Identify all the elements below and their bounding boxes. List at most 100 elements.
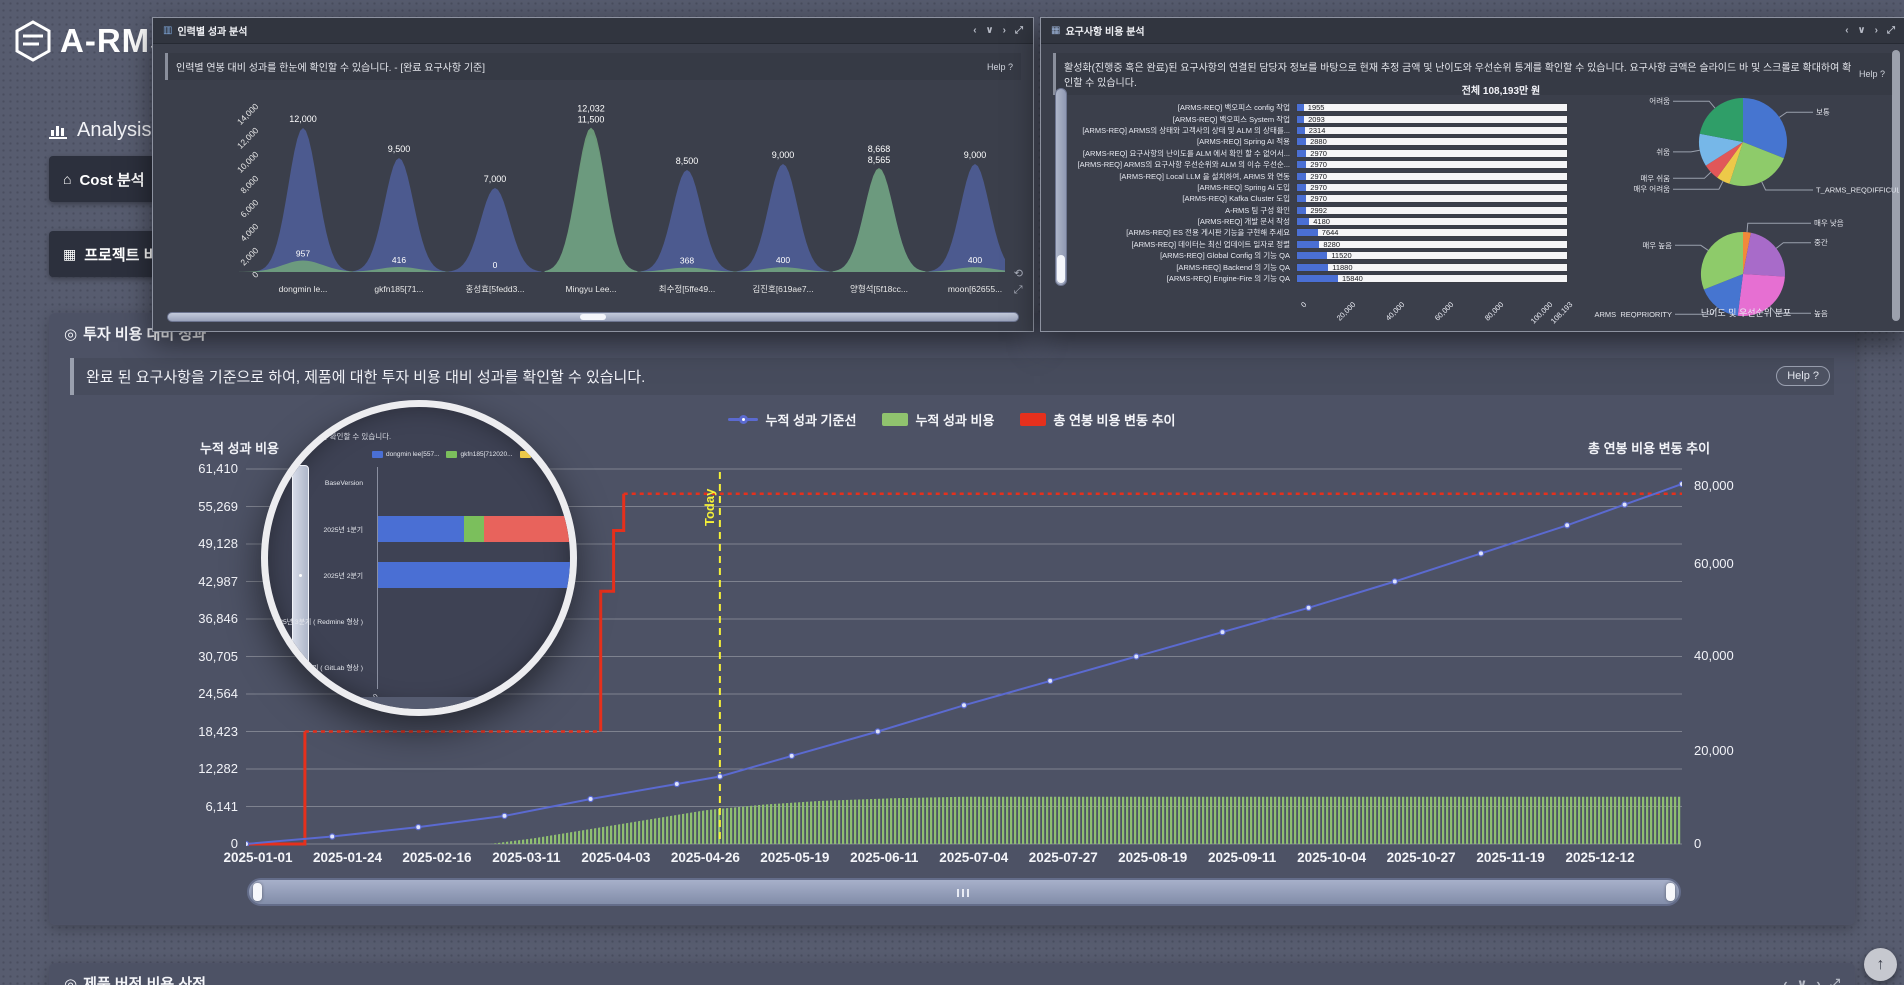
- svg-text:중간: 중간: [1814, 237, 1828, 247]
- home-icon: ⌂: [63, 171, 71, 187]
- requirement-bar: [1297, 241, 1319, 248]
- panel-expand-button[interactable]: ⤢: [1887, 25, 1895, 36]
- requirement-row: [ARMS-REQ] 데이터는 최신 업데이트 일자로 정렬8280: [1071, 239, 1583, 250]
- left-axis-ticks: 06,14112,28218,42324,56430,70536,84642,9…: [146, 464, 238, 846]
- requirement-bar: [1297, 184, 1306, 191]
- panel-collapse-button[interactable]: ∨: [1797, 976, 1808, 985]
- requirement-bar: [1297, 150, 1306, 157]
- svg-text:9,000: 9,000: [964, 150, 987, 160]
- sidebar-item-label: Cost 분석: [79, 169, 144, 190]
- panel-next-button[interactable]: ›: [1875, 25, 1878, 36]
- left-axis-title: 누적 성과 비용: [200, 438, 279, 457]
- loupe-legend: dongmin lee[557...gkfn185[712020...홍성효[5…: [372, 449, 575, 459]
- requirement-bar: [1297, 127, 1305, 134]
- personnel-bell-chart: 02,0004,0006,0008,00010,00012,00014,0001…: [215, 76, 1005, 308]
- requirement-row: [ARMS-REQ] Engine-Fire 의 기능 QA15840: [1071, 273, 1583, 284]
- svg-text:gkfn185[71...: gkfn185[71...: [374, 284, 423, 294]
- help-button[interactable]: Help ?: [1776, 366, 1830, 386]
- requirement-row: [ARMS-REQ] 백오피스 System 작업2093: [1071, 113, 1583, 124]
- arms-logo-icon: [14, 20, 52, 62]
- table-icon: ▦: [1051, 25, 1060, 36]
- panel-description: 완료 된 요구사항을 기준으로 하여, 제품에 대한 투자 비용 대비 성과를 …: [70, 358, 1834, 395]
- svg-text:홍성효[5fedd3...: 홍성효[5fedd3...: [466, 284, 525, 294]
- app-logo: A-RMS: [14, 20, 173, 62]
- magnifier-overlay: 버전 별 비용을 확인할 수 있습니다. dongmin lee[557...g…: [261, 400, 577, 716]
- requirements-scrollbar[interactable]: [1892, 50, 1900, 321]
- svg-text:보통: 보통: [1816, 108, 1830, 117]
- svg-text:쉬움: 쉬움: [1656, 147, 1670, 156]
- requirement-bar: [1297, 229, 1318, 236]
- svg-text:Mingyu Lee...: Mingyu Lee...: [565, 284, 616, 294]
- legend-item[interactable]: 누적 성과 기준선: [728, 410, 856, 429]
- scroll-to-top-button[interactable]: ↑: [1864, 948, 1897, 981]
- svg-text:12,032: 12,032: [577, 104, 605, 114]
- requirement-row: [ARMS-REQ] Spring Ai 도입2970: [1071, 182, 1583, 193]
- requirement-bar: [1297, 207, 1306, 214]
- requirement-bar: [1297, 161, 1306, 168]
- svg-text:매우 높음: 매우 높음: [1642, 241, 1672, 250]
- loupe-note: 버전 별 비용을 확인할 수 있습니다.: [282, 431, 391, 442]
- requirement-row: [ARMS-REQ] Spring AI 적용2880: [1071, 136, 1583, 147]
- requirement-bar: [1297, 275, 1338, 282]
- legend-item[interactable]: 총 연봉 비용 변동 추이: [1020, 410, 1175, 429]
- panel-collapse-button[interactable]: ∨: [986, 25, 994, 36]
- svg-text:moon[62655...: moon[62655...: [948, 284, 1002, 294]
- svg-text:400: 400: [776, 255, 790, 265]
- svg-text:12,000: 12,000: [289, 114, 317, 124]
- svg-text:12,000: 12,000: [235, 125, 261, 151]
- requirement-row: [ARMS-REQ] Backend 의 기능 QA11880: [1071, 261, 1583, 272]
- legend-item[interactable]: 누적 성과 비용: [882, 410, 994, 429]
- personnel-scrollbar[interactable]: [167, 312, 1019, 322]
- requirement-bar: [1297, 104, 1304, 111]
- panel-next-button[interactable]: ›: [1003, 25, 1006, 36]
- svg-text:4,000: 4,000: [238, 221, 260, 243]
- svg-text:T_ARMS_REQDIFFICULTY: T_ARMS_REQDIFFICULTY: [1816, 185, 1899, 194]
- svg-text:Today: Today: [702, 488, 717, 526]
- requirement-bar: [1297, 252, 1327, 259]
- svg-text:8,565: 8,565: [868, 155, 891, 165]
- svg-text:9,500: 9,500: [388, 144, 411, 154]
- slider-handle-left[interactable]: [253, 883, 262, 901]
- requirements-zoom-slider[interactable]: [1055, 88, 1067, 286]
- panel-version-cost: ◎ 제품 버전 비용 산정 ‹ ∨ › ⤢: [49, 963, 1855, 985]
- distribution-pie-charts: 보통T_ARMS_REQDIFFICULTY매우 어려움매우 쉬움쉬움어려움매우…: [1593, 56, 1899, 318]
- date-range-slider[interactable]: [247, 878, 1681, 906]
- requirement-row: [ARMS-REQ] ARMS의 상태와 고객사의 상태 및 ALM 의 상태를…: [1071, 125, 1583, 136]
- svg-text:김진호[619ae7...: 김진호[619ae7...: [752, 284, 813, 294]
- panel-prev-button[interactable]: ‹: [973, 25, 976, 36]
- svg-text:매우 어려움: 매우 어려움: [1633, 184, 1670, 194]
- requirement-bar: [1297, 264, 1328, 271]
- panel-collapse-button[interactable]: ∨: [1858, 25, 1866, 36]
- right-axis-ticks: 020,00040,00060,00080,000: [1694, 464, 1774, 846]
- panel-prev-button[interactable]: ‹: [1845, 25, 1848, 36]
- reset-zoom-icon[interactable]: ⟲: [1014, 267, 1023, 280]
- expand-chart-icon[interactable]: ⤢: [1014, 284, 1023, 297]
- right-axis-title: 총 연봉 비용 변동 추이: [1588, 438, 1710, 457]
- svg-text:368: 368: [680, 256, 694, 266]
- svg-text:dongmin le...: dongmin le...: [279, 284, 328, 294]
- requirement-bar: [1297, 116, 1304, 123]
- requirement-x-ticks: 020,00040,00060,00080,000100,000108,193: [1071, 286, 1583, 312]
- panel-next-button[interactable]: ›: [1816, 976, 1820, 985]
- requirement-bar: [1297, 195, 1306, 202]
- panel-requirement-cost: ▦ 요구사항 비용 분석 ‹ ∨ › ⤢ 활성화(진행중 혹은 완료)된 요구사…: [1040, 17, 1904, 332]
- help-button[interactable]: Help ?: [987, 62, 1013, 72]
- svg-text:양형석[5f18cc...: 양형석[5f18cc...: [850, 284, 908, 294]
- svg-text:11,500: 11,500: [578, 115, 605, 125]
- loupe-version-row: 2025년 4분기 ( GitLab 형상 ): [268, 653, 378, 681]
- requirement-row: [ARMS-REQ] 개발 문서 작성4180: [1071, 216, 1583, 227]
- panel-prev-button[interactable]: ‹: [1783, 976, 1787, 985]
- slider-handle-right[interactable]: [1666, 883, 1675, 901]
- arrow-up-icon: ↑: [1877, 956, 1885, 974]
- target-icon: ◎: [64, 975, 77, 985]
- loupe-scrollbar: [304, 697, 577, 709]
- requirement-row: [ARMS-REQ] 백오피스 config 작업1955: [1071, 102, 1583, 113]
- svg-text:10,000: 10,000: [235, 149, 261, 175]
- slider-grip[interactable]: [957, 889, 971, 897]
- svg-text:9,000: 9,000: [772, 150, 795, 160]
- requirement-row: [ARMS-REQ] ES 전용 게시판 기능을 구현해 주세요7644: [1071, 227, 1583, 238]
- svg-text:매우 쉬움: 매우 쉬움: [1640, 174, 1670, 183]
- requirement-row: [ARMS-REQ] 요구사항의 난이도를 ALM 에서 확인 할 수 없어서.…: [1071, 148, 1583, 159]
- panel-expand-button[interactable]: ⤢: [1015, 25, 1023, 36]
- panel-expand-button[interactable]: ⤢: [1830, 976, 1840, 985]
